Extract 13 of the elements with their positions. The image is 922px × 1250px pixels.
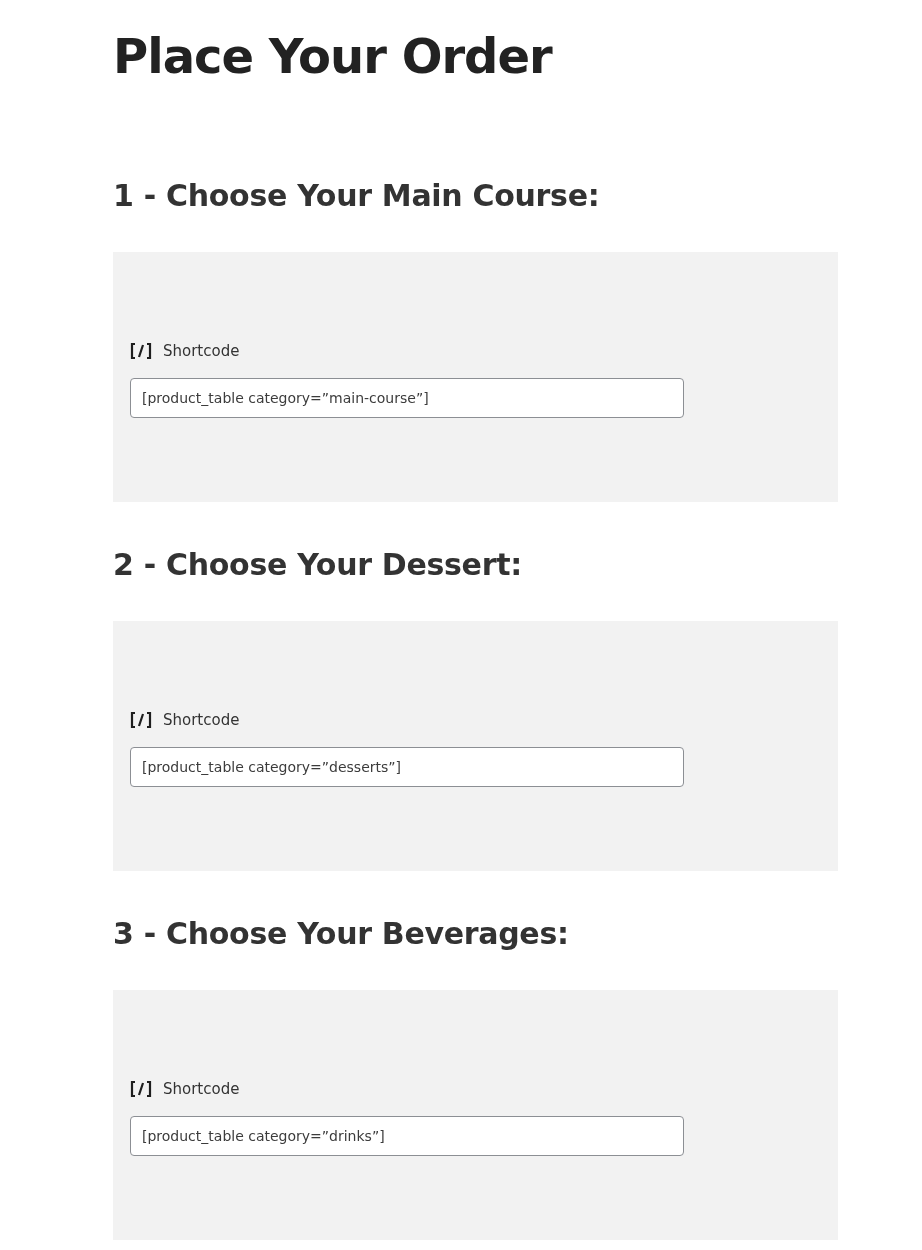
section-heading: 3 - Choose Your Beverages: <box>113 915 570 953</box>
section-heading: 2 - Choose Your Dessert: <box>113 546 523 584</box>
shortcode-field[interactable]: [product_table category=”desserts”] <box>130 747 684 787</box>
shortcode-field[interactable]: [product_table category=”drinks”] <box>130 1116 684 1156</box>
page-title: Place Your Order <box>113 27 554 86</box>
shortcode-icon <box>130 1081 152 1097</box>
shortcode-field[interactable]: [product_table category=”main-course”] <box>130 378 684 418</box>
block-label: Shortcode <box>163 342 240 360</box>
shortcode-icon <box>130 712 152 728</box>
shortcode-icon <box>130 343 152 359</box>
block-label: Shortcode <box>163 1080 240 1098</box>
block-label: Shortcode <box>163 711 240 729</box>
section-heading: 1 - Choose Your Main Course: <box>113 177 601 215</box>
